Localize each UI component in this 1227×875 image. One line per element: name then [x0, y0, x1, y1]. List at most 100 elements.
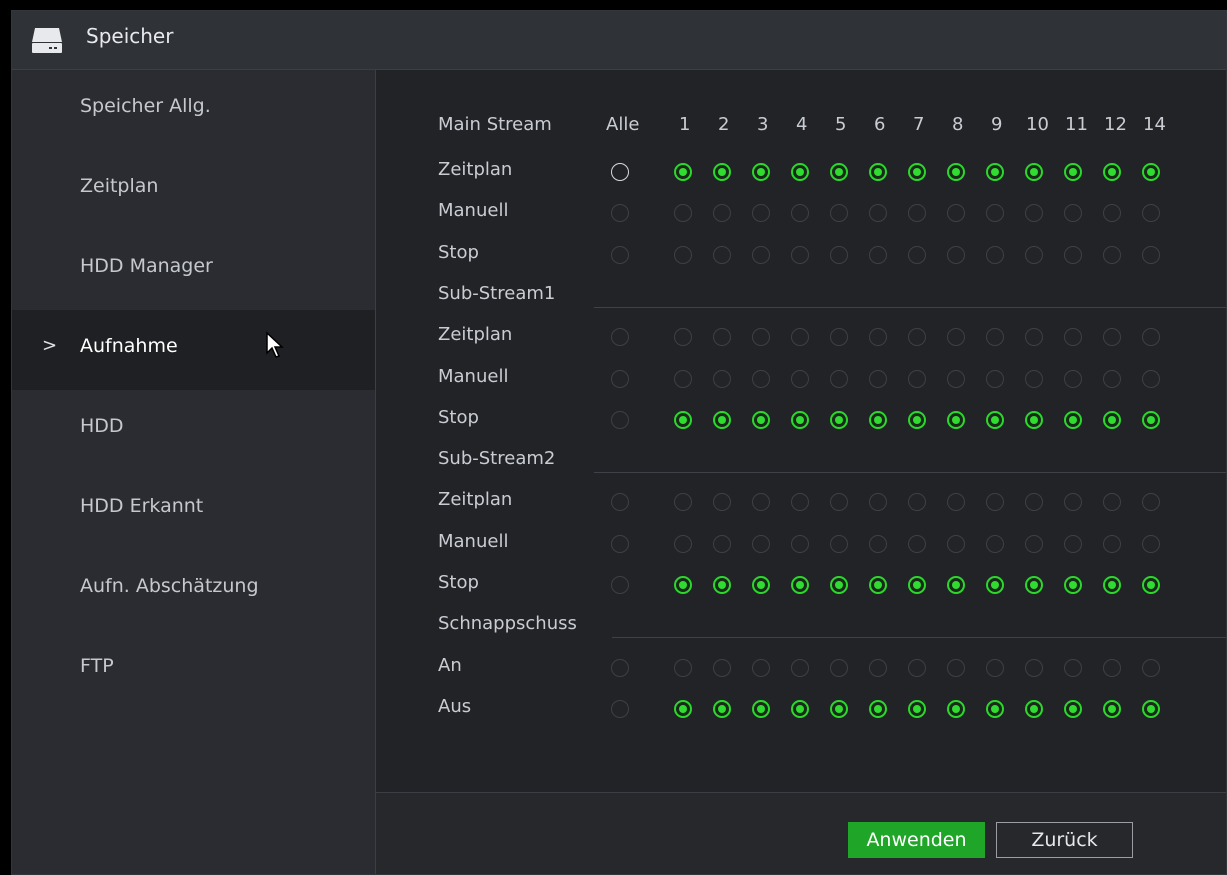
radio-channel[interactable] — [908, 245, 926, 264]
radio-channel[interactable] — [1025, 245, 1043, 264]
radio-channel[interactable] — [713, 369, 731, 388]
radio-channel[interactable] — [713, 493, 731, 512]
radio-channel[interactable] — [713, 658, 731, 677]
radio-channel[interactable] — [791, 328, 809, 347]
radio-channel[interactable] — [752, 369, 770, 388]
radio-channel[interactable] — [752, 245, 770, 264]
radio-channel[interactable] — [791, 163, 809, 181]
radio-channel[interactable] — [791, 245, 809, 264]
radio-channel[interactable] — [908, 369, 926, 388]
radio-channel[interactable] — [908, 576, 926, 594]
radio-channel[interactable] — [713, 410, 731, 429]
radio-channel[interactable] — [986, 410, 1004, 429]
radio-channel[interactable] — [1064, 658, 1082, 677]
radio-channel[interactable] — [830, 658, 848, 677]
radio-channel[interactable] — [752, 410, 770, 429]
radio-channel[interactable] — [674, 163, 692, 181]
radio-channel[interactable] — [986, 245, 1004, 264]
sidebar-item-hdd[interactable]: HDD — [12, 390, 375, 470]
radio-channel[interactable] — [947, 204, 965, 223]
radio-channel[interactable] — [1103, 576, 1121, 594]
radio-channel[interactable] — [908, 699, 926, 718]
radio-channel[interactable] — [869, 163, 887, 181]
radio-channel[interactable] — [674, 328, 692, 347]
radio-channel[interactable] — [1103, 245, 1121, 264]
radio-channel[interactable] — [674, 245, 692, 264]
radio-channel[interactable] — [1025, 163, 1043, 181]
radio-channel[interactable] — [713, 534, 731, 553]
radio-channel[interactable] — [713, 328, 731, 347]
sidebar-item-aufnahme[interactable]: > Aufnahme — [12, 310, 375, 390]
radio-channel[interactable] — [830, 576, 848, 594]
radio-channel[interactable] — [674, 534, 692, 553]
radio-channel[interactable] — [830, 493, 848, 512]
radio-all[interactable] — [611, 493, 629, 512]
radio-channel[interactable] — [986, 493, 1004, 512]
radio-all[interactable] — [611, 328, 629, 347]
radio-channel[interactable] — [713, 245, 731, 264]
radio-all[interactable] — [611, 534, 629, 553]
radio-channel[interactable] — [869, 576, 887, 594]
radio-channel[interactable] — [830, 328, 848, 347]
radio-channel[interactable] — [1142, 328, 1160, 347]
radio-channel[interactable] — [674, 493, 692, 512]
radio-channel[interactable] — [752, 534, 770, 553]
radio-channel[interactable] — [1142, 163, 1160, 181]
radio-channel[interactable] — [986, 699, 1004, 718]
radio-channel[interactable] — [1025, 534, 1043, 553]
radio-channel[interactable] — [752, 328, 770, 347]
radio-channel[interactable] — [947, 699, 965, 718]
radio-channel[interactable] — [1064, 245, 1082, 264]
radio-channel[interactable] — [908, 658, 926, 677]
radio-channel[interactable] — [1142, 658, 1160, 677]
radio-channel[interactable] — [830, 204, 848, 223]
radio-channel[interactable] — [752, 658, 770, 677]
radio-channel[interactable] — [869, 328, 887, 347]
radio-channel[interactable] — [1025, 410, 1043, 429]
radio-channel[interactable] — [791, 534, 809, 553]
radio-channel[interactable] — [713, 699, 731, 718]
sidebar-item-hdd-manager[interactable]: HDD Manager — [12, 230, 375, 310]
radio-channel[interactable] — [713, 576, 731, 594]
radio-channel[interactable] — [674, 410, 692, 429]
radio-channel[interactable] — [1142, 204, 1160, 223]
radio-channel[interactable] — [1142, 699, 1160, 718]
radio-channel[interactable] — [947, 576, 965, 594]
radio-channel[interactable] — [830, 163, 848, 181]
radio-channel[interactable] — [713, 163, 731, 181]
radio-channel[interactable] — [674, 369, 692, 388]
radio-channel[interactable] — [947, 534, 965, 553]
radio-channel[interactable] — [1064, 534, 1082, 553]
radio-channel[interactable] — [752, 699, 770, 718]
radio-channel[interactable] — [1064, 204, 1082, 223]
radio-channel[interactable] — [1103, 369, 1121, 388]
radio-channel[interactable] — [674, 204, 692, 223]
radio-channel[interactable] — [674, 576, 692, 594]
radio-channel[interactable] — [791, 576, 809, 594]
radio-channel[interactable] — [674, 699, 692, 718]
radio-channel[interactable] — [830, 534, 848, 553]
radio-all[interactable] — [611, 658, 629, 677]
radio-channel[interactable] — [791, 369, 809, 388]
radio-channel[interactable] — [1103, 204, 1121, 223]
radio-all[interactable] — [611, 245, 629, 264]
sidebar-item-aufn-abschätzung[interactable]: Aufn. Abschätzung — [12, 550, 375, 630]
radio-channel[interactable] — [791, 410, 809, 429]
sidebar-item-zeitplan[interactable]: Zeitplan — [12, 150, 375, 230]
radio-channel[interactable] — [1142, 369, 1160, 388]
radio-channel[interactable] — [986, 576, 1004, 594]
radio-channel[interactable] — [908, 204, 926, 223]
radio-channel[interactable] — [869, 410, 887, 429]
radio-channel[interactable] — [1025, 328, 1043, 347]
radio-channel[interactable] — [752, 163, 770, 181]
radio-channel[interactable] — [791, 204, 809, 223]
radio-channel[interactable] — [1064, 699, 1082, 718]
radio-channel[interactable] — [752, 576, 770, 594]
radio-channel[interactable] — [947, 493, 965, 512]
radio-channel[interactable] — [791, 493, 809, 512]
sidebar-item-speicher-allg[interactable]: Speicher Allg. — [12, 70, 375, 150]
radio-channel[interactable] — [947, 245, 965, 264]
radio-channel[interactable] — [1064, 163, 1082, 181]
radio-channel[interactable] — [1103, 328, 1121, 347]
radio-channel[interactable] — [947, 369, 965, 388]
